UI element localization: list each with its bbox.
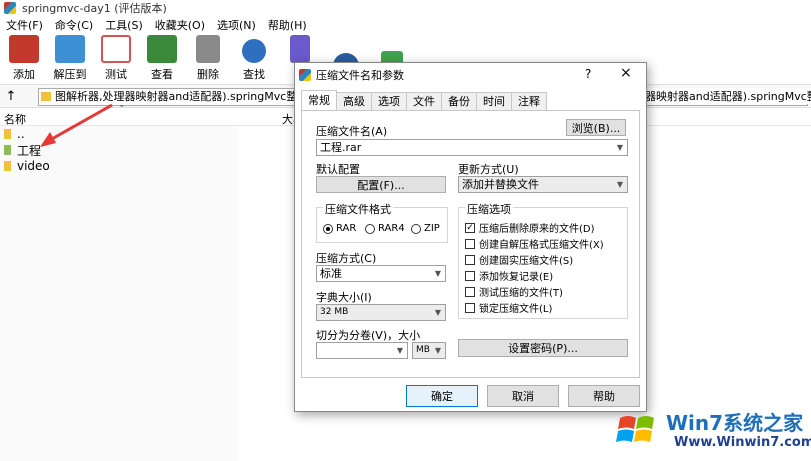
tab-options[interactable]: 选项 [371, 92, 407, 110]
checkbox-unchecked-icon [465, 254, 475, 265]
site-watermark: Win7系统之家 Www.Winwin7.com [612, 405, 811, 461]
update-mode-label: 更新方式(U) [458, 163, 519, 176]
arrow-to-project-icon [40, 103, 113, 147]
format-zip-radio[interactable]: ZIP [411, 223, 440, 234]
set-password-button[interactable]: 设置密码(P)... [458, 339, 628, 357]
dictionary-size-select[interactable]: 32 MB ▼ [316, 304, 446, 321]
chevron-down-icon: ▼ [616, 180, 623, 189]
tab-backup[interactable]: 备份 [441, 92, 477, 110]
format-rar-radio[interactable]: RAR [323, 223, 356, 234]
create-sfx-checkbox[interactable]: 创建自解压格式压缩文件(X) [465, 236, 604, 251]
help-icon[interactable]: ? [585, 67, 591, 81]
general-tab-panel: 压缩文件名(A) 浏览(B)... 工程.rar ▼ 默认配置 配置(F)... … [301, 110, 640, 378]
dialog-title: 压缩文件名和参数 [316, 69, 404, 82]
tab-comment[interactable]: 注释 [511, 92, 547, 110]
test-archived-files-checkbox[interactable]: 测试压缩的文件(T) [465, 284, 563, 299]
archive-params-dialog: 压缩文件名和参数 ? × 常规 高级 选项 文件 备份 时间 注释 压缩文件名(… [294, 62, 647, 412]
format-rar4-radio[interactable]: RAR4 [365, 223, 405, 234]
default-profile-label: 默认配置 [316, 163, 360, 176]
archive-options-group: 压缩选项 ✓ 压缩后删除原来的文件(D) 创建自解压格式压缩文件(X) 创建固实压… [458, 201, 628, 319]
windows-logo-icon [616, 416, 654, 442]
tab-general[interactable]: 常规 [301, 90, 337, 110]
radio-unchecked-icon [365, 223, 375, 234]
checkbox-unchecked-icon [465, 286, 475, 297]
archive-format-title: 压缩文件格式 [323, 201, 393, 217]
checkbox-unchecked-icon [465, 238, 475, 249]
tab-time[interactable]: 时间 [476, 92, 512, 110]
split-volumes-label: 切分为分卷(V)，大小 [316, 329, 421, 342]
tab-files[interactable]: 文件 [406, 92, 442, 110]
tab-advanced[interactable]: 高级 [336, 92, 372, 110]
split-unit-select[interactable]: MB ▼ [412, 342, 446, 359]
chevron-down-icon: ▼ [616, 143, 623, 152]
chevron-down-icon: ▼ [434, 269, 441, 278]
checkbox-checked-icon: ✓ [465, 222, 475, 233]
browse-button[interactable]: 浏览(B)... [566, 119, 626, 136]
chevron-down-icon: ▼ [434, 308, 441, 317]
checkbox-unchecked-icon [465, 302, 475, 313]
chevron-down-icon: ▼ [434, 346, 441, 355]
archive-name-input[interactable]: 工程.rar ▼ [316, 139, 628, 156]
cancel-button[interactable]: 取消 [487, 385, 559, 407]
archive-format-group: 压缩文件格式 RAR RAR4 ZIP [316, 201, 448, 243]
profiles-button[interactable]: 配置(F)... [316, 176, 446, 193]
archive-options-title: 压缩选项 [465, 201, 513, 217]
radio-checked-icon [323, 223, 333, 234]
close-icon[interactable]: × [620, 65, 632, 81]
watermark-url: Www.Winwin7.com [674, 435, 811, 450]
compression-method-label: 压缩方式(C) [316, 252, 377, 265]
watermark-title: Win7系统之家 [666, 411, 804, 435]
chevron-down-icon: ▼ [396, 346, 403, 355]
split-volume-input[interactable]: ▼ [316, 342, 408, 359]
archive-name-label: 压缩文件名(A) [316, 125, 388, 138]
delete-after-archiving-checkbox[interactable]: ✓ 压缩后删除原来的文件(D) [465, 220, 595, 235]
update-mode-select[interactable]: 添加并替换文件 ▼ [458, 176, 628, 193]
create-solid-checkbox[interactable]: 创建固实压缩文件(S) [465, 252, 573, 267]
dialog-title-bar: 压缩文件名和参数 [295, 63, 646, 87]
radio-unchecked-icon [411, 223, 421, 234]
lock-archive-checkbox[interactable]: 锁定压缩文件(L) [465, 300, 552, 315]
add-recovery-record-checkbox[interactable]: 添加恢复记录(E) [465, 268, 553, 283]
dictionary-size-label: 字典大小(I) [316, 291, 372, 304]
ok-button[interactable]: 确定 [406, 385, 478, 407]
compression-method-select[interactable]: 标准 ▼ [316, 265, 446, 282]
help-button[interactable]: 帮助 [568, 385, 640, 407]
checkbox-unchecked-icon [465, 270, 475, 281]
dialog-tabs: 常规 高级 选项 文件 备份 时间 注释 [301, 90, 547, 110]
winrar-app-icon [299, 69, 311, 81]
